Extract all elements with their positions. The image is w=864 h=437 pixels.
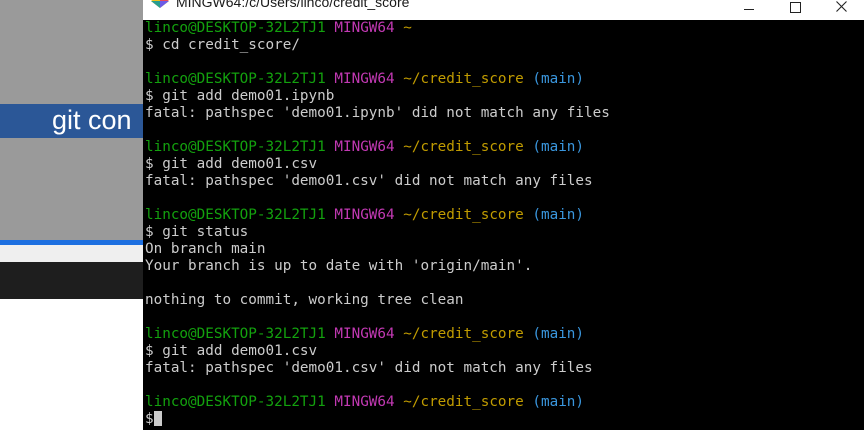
output-line: Your branch is up to date with 'origin/m… (145, 258, 864, 275)
output-line: fatal: pathspec 'demo01.csv' did not mat… (145, 360, 864, 377)
prompt-system: MINGW64 (325, 20, 395, 36)
prompt-branch: (main) (523, 326, 585, 342)
background-banner: git con (0, 104, 143, 138)
command-text: $ git add demo01.csv (145, 343, 318, 359)
command-text: $ git status (145, 224, 249, 240)
prompt-path: ~/credit_score (394, 207, 524, 223)
prompt-branch: (main) (523, 71, 585, 87)
prompt-user-host: linco@DESKTOP-32L2TJ1 (145, 71, 326, 87)
output-line: nothing to commit, working tree clean (145, 292, 864, 309)
command-text: $ git add demo01.ipynb (145, 88, 335, 104)
command-line: $ git status (145, 224, 864, 241)
prompt-path: ~/credit_score (394, 326, 524, 342)
prompt-user-host: linco@DESKTOP-32L2TJ1 (145, 207, 326, 223)
prompt-line: linco@DESKTOP-32L2TJ1 MINGW64 ~/credit_s… (145, 139, 864, 156)
prompt-system: MINGW64 (325, 71, 395, 87)
prompt-line: linco@DESKTOP-32L2TJ1 MINGW64 ~/credit_s… (145, 71, 864, 88)
prompt-line: linco@DESKTOP-32L2TJ1 MINGW64 ~/credit_s… (145, 326, 864, 343)
maximize-icon (789, 1, 801, 13)
title-bar[interactable]: MINGW64:/c/Users/linco/credit_score (143, 0, 864, 20)
prompt-branch: (main) (523, 207, 585, 223)
prompt-branch: (main) (523, 139, 585, 155)
mingw-diamond-icon (151, 0, 169, 8)
prompt-system: MINGW64 (325, 207, 395, 223)
input-prompt-symbol: $ (145, 411, 154, 427)
prompt-path: ~/credit_score (394, 139, 524, 155)
prompt-line: linco@DESKTOP-32L2TJ1 MINGW64 ~/credit_s… (145, 207, 864, 224)
output-text: fatal: pathspec 'demo01.csv' did not mat… (145, 360, 593, 376)
prompt-system: MINGW64 (325, 394, 395, 410)
input-line[interactable]: $ (145, 411, 864, 428)
terminal-output[interactable]: linco@DESKTOP-32L2TJ1 MINGW64 ~ $ cd cred… (145, 20, 864, 430)
prompt-path: ~ (394, 20, 412, 36)
output-text: On branch main (145, 241, 266, 257)
prompt-user-host: linco@DESKTOP-32L2TJ1 (145, 139, 326, 155)
prompt-line: linco@DESKTOP-32L2TJ1 MINGW64 ~/credit_s… (145, 394, 864, 411)
prompt-system: MINGW64 (325, 139, 395, 155)
output-text: Your branch is up to date with 'origin/m… (145, 258, 533, 274)
prompt-user-host: linco@DESKTOP-32L2TJ1 (145, 326, 326, 342)
minimize-icon (744, 8, 754, 10)
terminal-window[interactable]: MINGW64:/c/Users/linco/credit_score linc… (143, 0, 864, 437)
prompt-user-host: linco@DESKTOP-32L2TJ1 (145, 394, 326, 410)
background-banner-text: git con (52, 105, 132, 135)
command-line: $ git add demo01.csv (145, 343, 864, 360)
terminal-bottom-edge (143, 430, 864, 437)
command-line: $ cd credit_score/ (145, 37, 864, 54)
command-text: $ git add demo01.csv (145, 156, 318, 172)
command-line: $ git add demo01.csv (145, 156, 864, 173)
command-text: $ cd credit_score/ (145, 37, 300, 53)
output-line: fatal: pathspec 'demo01.csv' did not mat… (145, 173, 864, 190)
text-cursor (153, 411, 162, 426)
window-title: MINGW64:/c/Users/linco/credit_score (176, 0, 410, 10)
prompt-user-host: linco@DESKTOP-32L2TJ1 (145, 20, 326, 36)
output-text: fatal: pathspec 'demo01.csv' did not mat… (145, 173, 593, 189)
prompt-line: linco@DESKTOP-32L2TJ1 MINGW64 ~ (145, 20, 864, 37)
close-button[interactable] (818, 0, 864, 18)
minimize-button[interactable] (726, 0, 772, 18)
output-text: fatal: pathspec 'demo01.ipynb' did not m… (145, 105, 610, 121)
background-empty-area (0, 299, 143, 437)
background-light-band (0, 245, 143, 262)
output-line: On branch main (145, 241, 864, 258)
prompt-system: MINGW64 (325, 326, 395, 342)
command-line: $ git add demo01.ipynb (145, 88, 864, 105)
prompt-path: ~/credit_score (394, 394, 524, 410)
prompt-path: ~/credit_score (394, 71, 524, 87)
background-dark-bar (0, 262, 143, 299)
output-line: fatal: pathspec 'demo01.ipynb' did not m… (145, 105, 864, 122)
close-icon (835, 0, 847, 12)
output-text: nothing to commit, working tree clean (145, 292, 464, 308)
prompt-branch: (main) (523, 394, 585, 410)
maximize-button[interactable] (772, 0, 818, 18)
